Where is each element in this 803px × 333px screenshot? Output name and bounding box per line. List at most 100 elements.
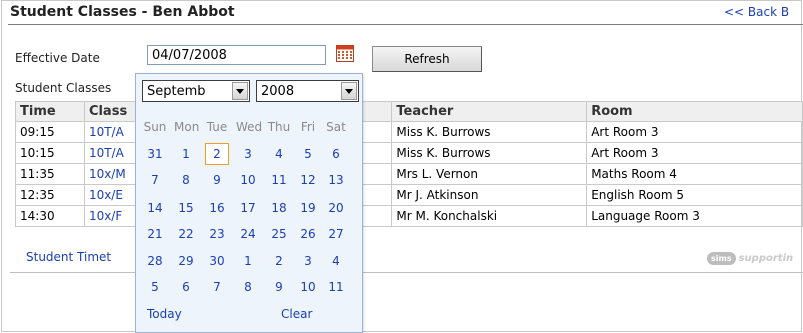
calendar-day[interactable]: 17 — [236, 199, 260, 217]
class-link[interactable]: 10x/M — [89, 167, 126, 181]
page-title: Student Classes - Ben Abbot — [10, 4, 235, 20]
year-select[interactable]: 2008 — [256, 80, 359, 102]
calendar-day-selected[interactable]: 2 — [205, 143, 229, 165]
month-select[interactable]: Septemb — [142, 80, 250, 102]
header-time[interactable]: Time — [15, 101, 85, 122]
clear-button[interactable]: Clear — [281, 307, 312, 321]
weekday-header: Mon — [174, 120, 200, 134]
class-link[interactable]: 10T/A — [89, 146, 124, 160]
calendar-day[interactable]: 9 — [267, 278, 291, 296]
calendar-day[interactable]: 22 — [174, 225, 198, 243]
table-header-row: Time Class Teacher Room — [15, 101, 803, 122]
time-cell: 10:15 — [15, 142, 85, 164]
room-cell: Language Room 3 — [586, 205, 803, 227]
calendar-day[interactable]: 24 — [236, 225, 260, 243]
table-row: 10:15 10T/A Miss K. Burrows Art Room 3 — [15, 142, 803, 164]
student-timetable-link[interactable]: Student Timet — [26, 250, 111, 264]
title-divider — [8, 24, 803, 25]
today-button[interactable]: Today — [147, 307, 182, 321]
header-teacher[interactable]: Teacher — [391, 101, 588, 122]
time-cell: 12:35 — [15, 184, 85, 206]
calendar-day[interactable]: 7 — [143, 171, 167, 189]
weekday-header: Sun — [143, 120, 167, 134]
calendar-day[interactable]: 5 — [296, 145, 320, 163]
back-link[interactable]: << Back B — [724, 5, 789, 19]
calendar-day[interactable]: 9 — [205, 171, 229, 189]
effective-date-label: Effective Date — [15, 51, 100, 65]
date-picker-popup: Septemb 2008 Sun Mon Tue Wed Thu Fri Sat 31 1 2 3 4… — [135, 73, 363, 333]
calendar-day[interactable]: 8 — [236, 278, 260, 296]
table-row: 11:35 10x/M Mrs L. Vernon Maths Room 4 — [15, 163, 803, 185]
teacher-cell: Mr M. Konchalski — [391, 205, 588, 227]
calendar-day[interactable]: 15 — [174, 199, 198, 217]
calendar-day[interactable]: 12 — [296, 171, 320, 189]
classes-table: Time Class Teacher Room 09:15 10T/A Miss… — [15, 101, 803, 227]
sims-logo-text: supportin — [738, 252, 794, 264]
calendar-day[interactable]: 8 — [174, 171, 198, 189]
calendar-day[interactable]: 25 — [267, 225, 291, 243]
calendar-day[interactable]: 29 — [174, 252, 198, 270]
calendar-day[interactable]: 2 — [267, 252, 291, 270]
room-cell: Maths Room 4 — [586, 163, 803, 185]
calendar-day[interactable]: 10 — [296, 278, 320, 296]
calendar-day[interactable]: 19 — [296, 199, 320, 217]
year-select-value: 2008 — [261, 83, 295, 99]
sims-logo-badge: sims — [707, 251, 736, 265]
weekday-header: Thu — [267, 120, 291, 134]
table-row: 14:30 10x/F Mr M. Konchalski Language Ro… — [15, 205, 803, 227]
calendar-day[interactable]: 11 — [267, 171, 291, 189]
header-room[interactable]: Room — [586, 101, 803, 122]
calendar-day[interactable]: 28 — [143, 252, 167, 270]
chevron-down-icon[interactable] — [341, 82, 357, 100]
calendar-day[interactable]: 27 — [324, 225, 348, 243]
weekday-header: Tue — [206, 120, 228, 134]
calendar-icon[interactable] — [336, 45, 354, 62]
calendar-day[interactable]: 4 — [267, 145, 291, 163]
weekday-header: Wed — [236, 120, 263, 134]
teacher-cell: Mrs L. Vernon — [391, 163, 588, 185]
time-cell: 11:35 — [15, 163, 85, 185]
class-link[interactable]: 10x/E — [89, 188, 123, 202]
calendar-day[interactable]: 3 — [296, 252, 320, 270]
class-link[interactable]: 10T/A — [89, 125, 124, 139]
calendar-day[interactable]: 18 — [267, 199, 291, 217]
calendar-day[interactable]: 13 — [324, 171, 348, 189]
calendar-day[interactable]: 30 — [205, 252, 229, 270]
chevron-down-icon[interactable] — [232, 82, 248, 100]
calendar-day[interactable]: 11 — [324, 278, 348, 296]
refresh-button[interactable]: Refresh — [372, 46, 482, 72]
calendar-day[interactable]: 31 — [143, 145, 167, 163]
calendar-day[interactable]: 1 — [236, 252, 260, 270]
calendar-day[interactable]: 4 — [324, 252, 348, 270]
calendar-day[interactable]: 21 — [143, 225, 167, 243]
calendar-day[interactable]: 10 — [236, 171, 260, 189]
calendar-day[interactable]: 3 — [236, 145, 260, 163]
class-link[interactable]: 10x/F — [89, 209, 122, 223]
teacher-cell: Miss K. Burrows — [391, 142, 588, 164]
weekday-header: Fri — [300, 120, 316, 134]
calendar-day[interactable]: 1 — [174, 145, 198, 163]
calendar-day[interactable]: 6 — [324, 145, 348, 163]
calendar-day[interactable]: 23 — [205, 225, 229, 243]
teacher-cell: Miss K. Burrows — [391, 121, 588, 143]
calendar-day[interactable]: 20 — [324, 199, 348, 217]
calendar-day[interactable]: 7 — [205, 278, 229, 296]
effective-date-input[interactable] — [147, 45, 326, 65]
table-row: 12:35 10x/E Mr J. Atkinson English Room … — [15, 184, 803, 206]
table-row: 09:15 10T/A Miss K. Burrows Art Room 3 — [15, 121, 803, 143]
calendar-day[interactable]: 5 — [143, 278, 167, 296]
sims-logo: sims supportin — [707, 250, 793, 266]
calendar-day[interactable]: 6 — [174, 278, 198, 296]
teacher-cell: Mr J. Atkinson — [391, 184, 588, 206]
student-classes-label: Student Classes — [15, 81, 112, 95]
footer-divider — [10, 272, 803, 273]
room-cell: English Room 5 — [586, 184, 803, 206]
room-cell: Art Room 3 — [586, 142, 803, 164]
calendar-day[interactable]: 16 — [205, 199, 229, 217]
calendar-day[interactable]: 14 — [143, 199, 167, 217]
time-cell: 14:30 — [15, 205, 85, 227]
month-select-value: Septemb — [147, 83, 206, 99]
weekday-header: Sat — [326, 120, 346, 134]
room-cell: Art Room 3 — [586, 121, 803, 143]
calendar-day[interactable]: 26 — [296, 225, 320, 243]
